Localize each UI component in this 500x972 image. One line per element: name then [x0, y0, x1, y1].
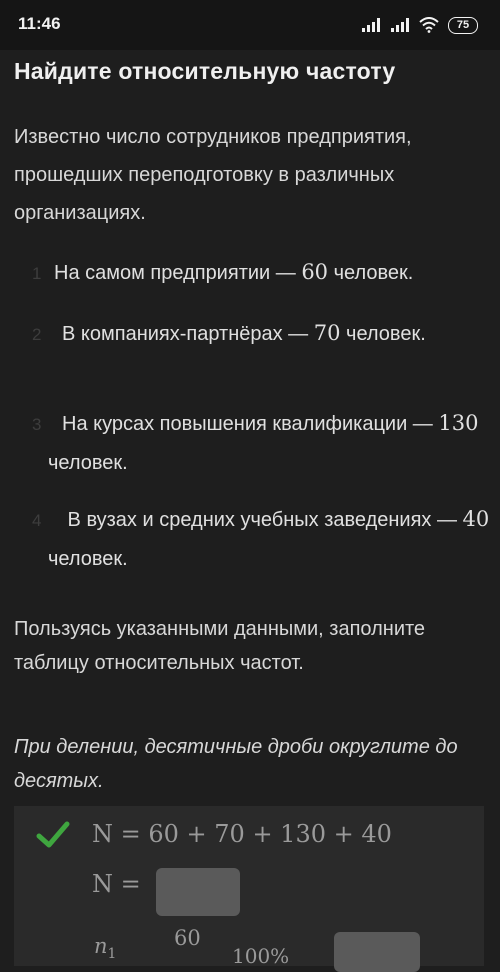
- answer-box: N = 60 + 70 + 130 + 40 N = n1 60 100%: [14, 806, 484, 972]
- page-title: Найдите относительную частоту: [14, 58, 396, 84]
- list-item-text: В вузах и средних учебных заведениях —: [62, 509, 463, 531]
- n1-input[interactable]: [334, 932, 420, 972]
- list-item-value: 40: [462, 507, 490, 531]
- instruction-text: Пользуясь указанными данными, заполните …: [14, 618, 426, 674]
- list-item-text: На курсах повышения квалификации —: [62, 413, 439, 435]
- list-item-text: На самом предприятии —: [54, 262, 302, 284]
- battery-icon: 75: [448, 16, 478, 34]
- list-item-number: 3: [32, 415, 42, 434]
- list-item-number: 4: [32, 511, 42, 530]
- status-bar: 11:46 75: [0, 0, 500, 50]
- signal-icon: [391, 18, 409, 32]
- list-item-unit: человек.: [48, 452, 128, 474]
- list-item-value: 60: [301, 260, 329, 284]
- rounding-note: При делении, десятичные дроби округлите …: [14, 736, 458, 792]
- list-item-unit: человек.: [48, 548, 128, 570]
- formula-n1-numerator: 60: [174, 926, 201, 950]
- battery-level: 75: [456, 18, 470, 31]
- intro-text: Известно число сотрудников предприятия, …: [14, 126, 412, 224]
- wifi-icon: [419, 17, 439, 33]
- formula-n1-subscript: 1: [107, 946, 117, 963]
- list-item: 3 На курсах повышения квалификации — 130 …: [14, 404, 500, 483]
- list-item-value: 130: [438, 411, 479, 435]
- formula-n-label: N =: [92, 870, 141, 898]
- list-item-number: 2: [32, 325, 42, 344]
- check-icon: [36, 821, 70, 848]
- list-item-value: 70: [313, 321, 341, 345]
- formula-n1-letter: n: [94, 934, 108, 958]
- formula-sum: N = 60 + 70 + 130 + 40: [92, 820, 392, 848]
- n-input[interactable]: [156, 868, 240, 916]
- status-icons: 75: [361, 14, 478, 36]
- list-item-number: 1: [32, 264, 42, 283]
- list-item-unit: человек.: [328, 262, 414, 284]
- signal-icon: [362, 18, 380, 32]
- list-item: 2 В компаниях-партнёрах — 70 человек.: [14, 314, 500, 354]
- list-item-unit: человек.: [340, 323, 426, 345]
- list-item-text: В компаниях-партнёрах —: [62, 323, 314, 345]
- list-item: 4 В вузах и средних учебных заведениях —…: [14, 500, 500, 579]
- formula-n1-percent: 100%: [232, 944, 290, 968]
- status-time: 11:46: [18, 14, 61, 33]
- list-item: 1 На самом предприятии — 60 человек.: [14, 253, 484, 293]
- formula-n1-var: n1: [94, 934, 116, 962]
